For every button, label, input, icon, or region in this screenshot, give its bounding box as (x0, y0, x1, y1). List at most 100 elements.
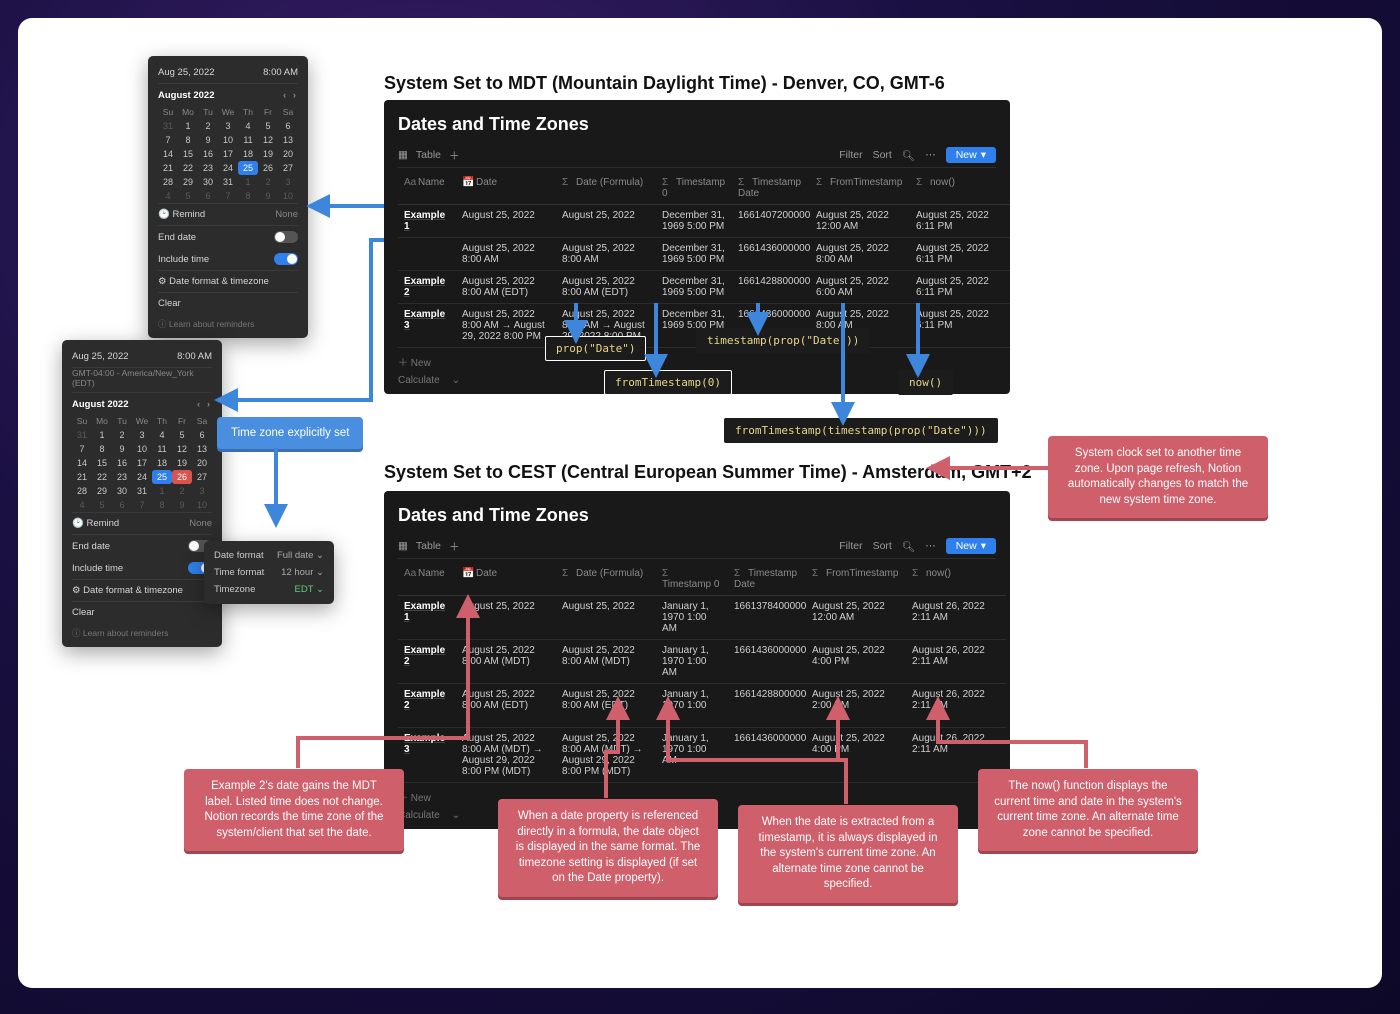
prev-month-icon[interactable]: ‹ (283, 90, 288, 101)
calendar-day[interactable]: 25 (152, 470, 172, 484)
calendar-day[interactable]: 7 (72, 442, 92, 456)
calendar-day[interactable]: 8 (152, 498, 172, 512)
calendar-day[interactable]: 6 (278, 119, 298, 133)
new-button[interactable]: New▾ (946, 538, 996, 554)
calendar-day[interactable]: 17 (218, 147, 238, 161)
calendar-day[interactable]: 1 (152, 484, 172, 498)
calendar-day[interactable]: 16 (112, 456, 132, 470)
calendar-day[interactable]: 17 (132, 456, 152, 470)
calendar-day[interactable]: 14 (158, 147, 178, 161)
calendar-day[interactable]: 26 (172, 470, 192, 484)
calendar-day[interactable]: 4 (72, 498, 92, 512)
calendar-day[interactable]: 28 (72, 484, 92, 498)
add-row[interactable]: ＋ New (398, 354, 431, 369)
calendar-day[interactable]: 1 (178, 119, 198, 133)
table-row[interactable]: Example 2August 25, 2022 8:00 AM (EDT)Au… (398, 684, 1006, 728)
calendar-day[interactable]: 7 (158, 133, 178, 147)
calendar-day[interactable]: 4 (158, 189, 178, 203)
prev-month-icon[interactable]: ‹ (197, 399, 202, 410)
calendar-day[interactable]: 5 (172, 428, 192, 442)
calendar-day[interactable]: 9 (258, 189, 278, 203)
date-input[interactable]: Aug 25, 2022 (72, 351, 129, 362)
include-time-toggle[interactable] (274, 253, 298, 265)
clear-button[interactable]: Clear (158, 298, 181, 309)
calendar-day[interactable]: 21 (158, 161, 178, 175)
date-format-popout[interactable]: Date formatFull date ⌄ Time format12 hou… (204, 541, 334, 604)
calendar-day[interactable]: 4 (238, 119, 258, 133)
calendar-day[interactable]: 6 (112, 498, 132, 512)
calendar-day[interactable]: 21 (72, 470, 92, 484)
calendar-day[interactable]: 13 (192, 442, 212, 456)
calendar-day[interactable]: 22 (92, 470, 112, 484)
calendar-day[interactable]: 20 (192, 456, 212, 470)
table-row[interactable]: Example 1August 25, 2022August 25, 2022D… (398, 205, 1010, 238)
calendar-day[interactable]: 24 (218, 161, 238, 175)
calendar-day[interactable]: 3 (218, 119, 238, 133)
calculate[interactable]: Calculate (398, 375, 440, 386)
calendar-day[interactable]: 3 (278, 175, 298, 189)
calendar-day[interactable]: 19 (258, 147, 278, 161)
next-month-icon[interactable]: › (293, 90, 298, 101)
calculate[interactable]: Calculate (398, 810, 440, 821)
calendar-day[interactable]: 10 (132, 442, 152, 456)
calendar-day[interactable]: 31 (218, 175, 238, 189)
calendar-day[interactable]: 2 (172, 484, 192, 498)
calendar-day[interactable]: 10 (192, 498, 212, 512)
calendar-day[interactable]: 9 (198, 133, 218, 147)
sort-button[interactable]: Sort (873, 540, 892, 552)
table-row[interactable]: August 25, 2022 8:00 AMAugust 25, 2022 8… (398, 238, 1010, 271)
calendar-day[interactable]: 9 (112, 442, 132, 456)
calendar-day[interactable]: 13 (278, 133, 298, 147)
clear-button[interactable]: Clear (72, 607, 95, 618)
calendar-day[interactable]: 12 (258, 133, 278, 147)
calendar-day[interactable]: 6 (192, 428, 212, 442)
calendar-day[interactable]: 6 (198, 189, 218, 203)
calendar-day[interactable]: 1 (238, 175, 258, 189)
calendar-day[interactable]: 30 (112, 484, 132, 498)
calendar-day[interactable]: 5 (178, 189, 198, 203)
calendar-day[interactable]: 11 (238, 133, 258, 147)
calendar-day[interactable]: 29 (178, 175, 198, 189)
date-input[interactable]: Aug 25, 2022 (158, 67, 215, 78)
calendar-day[interactable]: 5 (92, 498, 112, 512)
table-row[interactable]: Example 1August 25, 2022August 25, 2022J… (398, 596, 1006, 640)
next-month-icon[interactable]: › (207, 399, 212, 410)
calendar-day[interactable]: 2 (258, 175, 278, 189)
calendar-day[interactable]: 26 (258, 161, 278, 175)
calendar-day[interactable]: 20 (278, 147, 298, 161)
calendar-day[interactable]: 27 (192, 470, 212, 484)
calendar-day[interactable]: 19 (172, 456, 192, 470)
calendar-day[interactable]: 8 (178, 133, 198, 147)
calendar-day[interactable]: 30 (198, 175, 218, 189)
calendar-day[interactable]: 18 (238, 147, 258, 161)
calendar-day[interactable]: 8 (238, 189, 258, 203)
sort-button[interactable]: Sort (873, 149, 892, 161)
view-tab[interactable]: Table (416, 540, 441, 552)
calendar-day[interactable]: 24 (132, 470, 152, 484)
calendar-day[interactable]: 2 (112, 428, 132, 442)
filter-button[interactable]: Filter (839, 540, 862, 552)
calendar-day[interactable]: 11 (152, 442, 172, 456)
end-date-toggle[interactable] (274, 231, 298, 243)
add-view-icon[interactable]: ＋ (449, 539, 460, 554)
time-input[interactable]: 8:00 AM (263, 67, 298, 78)
options-icon[interactable]: ⋯ (925, 540, 936, 552)
date-picker-1[interactable]: Aug 25, 2022 8:00 AM August 2022 ‹ › SuM… (148, 56, 308, 338)
calendar-day[interactable]: 3 (132, 428, 152, 442)
calendar-day[interactable]: 10 (278, 189, 298, 203)
calendar-day[interactable]: 22 (178, 161, 198, 175)
calendar-day[interactable]: 15 (92, 456, 112, 470)
table-row[interactable]: Example 3August 25, 2022 8:00 AM (MDT) →… (398, 728, 1006, 783)
calendar-day[interactable]: 31 (132, 484, 152, 498)
time-input[interactable]: 8:00 AM (177, 351, 212, 362)
calendar-day[interactable]: 25 (238, 161, 258, 175)
calendar-day[interactable]: 14 (72, 456, 92, 470)
calendar-day[interactable]: 16 (198, 147, 218, 161)
calendar-day[interactable]: 7 (132, 498, 152, 512)
calendar-day[interactable]: 5 (258, 119, 278, 133)
calendar-day[interactable]: 10 (218, 133, 238, 147)
date-picker-2[interactable]: Aug 25, 2022 8:00 AM GMT-04:00 - America… (62, 340, 222, 647)
options-icon[interactable]: ⋯ (925, 149, 936, 161)
new-button[interactable]: New▾ (946, 147, 996, 163)
search-icon[interactable]: 🔍︎ (902, 540, 915, 553)
